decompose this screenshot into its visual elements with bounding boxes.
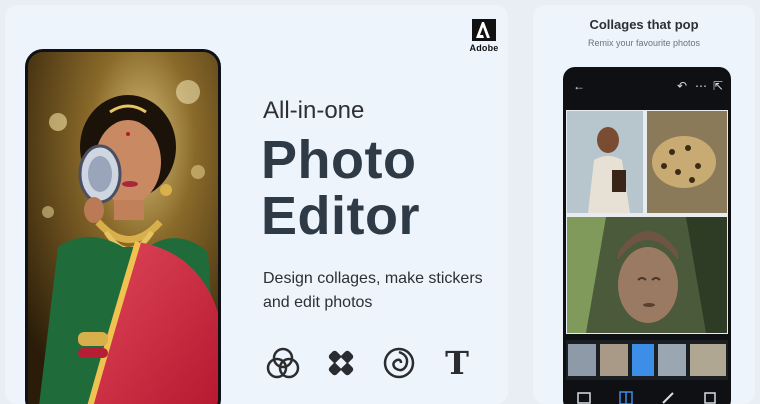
editor-bottom-toolbar xyxy=(563,385,731,404)
promo-card-left: Adobe All-in-one Photo Editor Design col… xyxy=(5,5,508,404)
adobe-wordmark: Adobe xyxy=(469,43,499,53)
text-t-icon: T xyxy=(445,344,469,382)
layout-filmstrip[interactable] xyxy=(566,340,728,380)
collage-cell-portrait[interactable] xyxy=(567,111,643,213)
phone-preview-collage: ← ↶ ⋯ ⇱ xyxy=(563,67,731,404)
overlapping-circles-icon xyxy=(265,345,301,381)
brush-icon[interactable] xyxy=(661,391,675,404)
collage-panel-subtitle: Remix your favourite photos xyxy=(587,38,701,48)
adobe-logo: Adobe xyxy=(467,19,501,53)
promo-card-right: Collages that pop Remix your favourite p… xyxy=(533,5,755,404)
hero-subtitle: Design collages, make stickers and edit … xyxy=(263,270,483,311)
bandage-sticker-icon xyxy=(323,345,359,381)
image-icon[interactable] xyxy=(577,391,591,404)
layout-thumb[interactable] xyxy=(568,344,596,376)
share-icon[interactable]: ⇱ xyxy=(713,80,723,92)
portrait-photo xyxy=(28,52,218,404)
collage-panel-title: Collages that pop xyxy=(589,17,699,32)
collage-cell-statue[interactable] xyxy=(567,217,727,333)
hero-title-line-2: Editor xyxy=(261,186,420,246)
layout-thumb[interactable] xyxy=(690,344,726,376)
hero-title-line-1: Photo xyxy=(261,130,417,190)
phone-preview-portrait xyxy=(25,49,221,404)
adobe-a-icon xyxy=(472,19,496,41)
undo-icon[interactable]: ↶ xyxy=(677,80,687,92)
feature-icon-row: T xyxy=(265,345,475,381)
layout-icon[interactable] xyxy=(619,391,633,404)
layout-thumb[interactable] xyxy=(658,344,686,376)
editor-top-bar: ← ↶ ⋯ ⇱ xyxy=(563,67,731,107)
crop-icon[interactable] xyxy=(703,391,717,404)
swirl-icon xyxy=(381,345,417,381)
layout-thumb[interactable] xyxy=(600,344,628,376)
collage-cell-leopard[interactable] xyxy=(647,111,727,213)
collage-grid[interactable] xyxy=(566,110,728,334)
more-icon[interactable]: ⋯ xyxy=(695,80,707,92)
layout-thumb-selected[interactable] xyxy=(632,344,654,376)
hero-overline: All-in-one xyxy=(263,97,365,124)
back-arrow-icon[interactable]: ← xyxy=(573,80,585,92)
